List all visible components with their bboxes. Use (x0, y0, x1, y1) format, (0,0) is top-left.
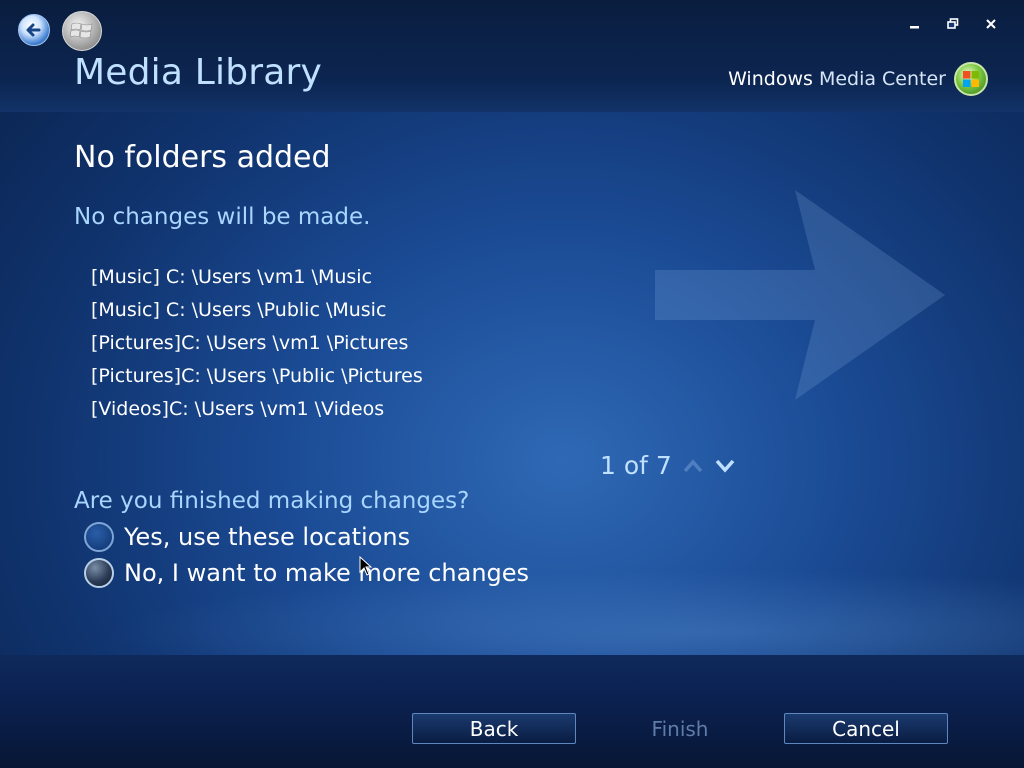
windows-start-icon (70, 22, 93, 39)
list-item: [Videos]C: \Users \vm1 \Videos (91, 398, 385, 420)
list-item: [Music] C: \Users \Public \Music (91, 299, 387, 321)
brand: Windows Media Center (728, 62, 988, 96)
back-arrow-icon (26, 23, 41, 37)
folder-list: [Music] C: \Users \vm1 \Music [Music] C:… (91, 263, 423, 428)
option-no-label[interactable]: No, I want to make more changes (124, 559, 529, 587)
page-indicator: 1 of 7 (600, 451, 672, 480)
minimize-button[interactable] (896, 12, 934, 36)
pager: 1 of 7 (600, 451, 736, 480)
radio-no[interactable] (84, 558, 114, 588)
background-arrow-icon (655, 190, 945, 400)
cancel-button[interactable]: Cancel (784, 713, 948, 744)
option-no[interactable]: No, I want to make more changes (84, 558, 529, 588)
mouse-cursor-icon (359, 556, 373, 576)
page-title: Media Library (74, 52, 323, 93)
question-label: Are you finished making changes? (74, 488, 470, 514)
close-icon (986, 19, 996, 29)
close-button[interactable] (972, 12, 1010, 36)
brand-light: Media Center (818, 68, 946, 90)
page-down-button[interactable] (714, 455, 736, 477)
option-yes-label[interactable]: Yes, use these locations (124, 523, 410, 551)
chevron-down-icon (715, 459, 735, 473)
brand-bold: Windows (728, 68, 813, 90)
radio-yes[interactable] (84, 522, 114, 552)
restore-button[interactable] (934, 12, 972, 36)
finish-button[interactable]: Finish (598, 713, 762, 744)
restore-icon (947, 18, 959, 29)
status-message: No changes will be made. (74, 204, 371, 230)
section-heading: No folders added (74, 140, 331, 175)
list-item: [Pictures]C: \Users \vm1 \Pictures (91, 332, 409, 354)
windows-logo-icon (954, 62, 988, 96)
option-yes[interactable]: Yes, use these locations (84, 522, 410, 552)
back-button[interactable]: Back (412, 713, 576, 744)
windows-start-button[interactable] (62, 11, 102, 51)
brand-name: Windows Media Center (728, 68, 946, 90)
back-arrow-button[interactable] (18, 14, 50, 46)
list-item: [Pictures]C: \Users \Public \Pictures (91, 365, 423, 387)
page-up-button[interactable] (682, 455, 704, 477)
bottom-bar (0, 655, 1024, 768)
list-item: [Music] C: \Users \vm1 \Music (91, 266, 373, 288)
minimize-icon (910, 26, 919, 29)
window-controls (896, 12, 1010, 36)
chevron-up-icon (683, 458, 703, 472)
